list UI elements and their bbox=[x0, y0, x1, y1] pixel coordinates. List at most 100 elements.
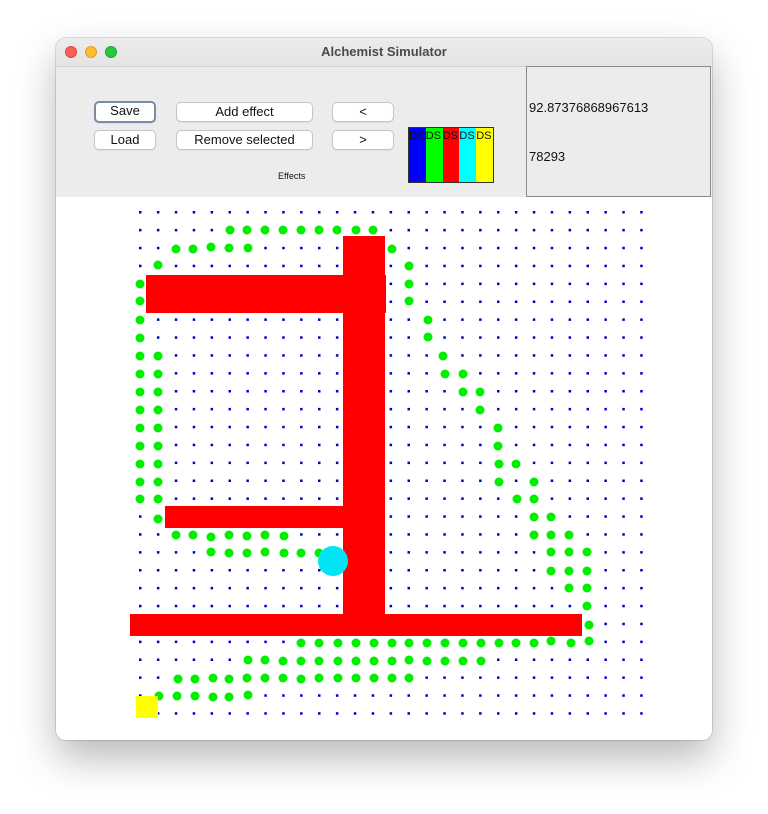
save-button[interactable]: Save bbox=[94, 101, 156, 123]
grid-node bbox=[174, 461, 178, 465]
grid-node bbox=[622, 390, 625, 393]
remove-selected-button[interactable]: Remove selected bbox=[176, 130, 313, 150]
grid-node bbox=[389, 336, 393, 339]
grid-node bbox=[622, 443, 625, 447]
swatch-label: DS bbox=[409, 130, 425, 142]
load-button[interactable]: Load bbox=[94, 130, 156, 150]
grid-node bbox=[353, 694, 357, 697]
grid-node bbox=[318, 712, 321, 715]
grid-node bbox=[568, 318, 572, 321]
grid-node bbox=[335, 497, 339, 500]
grid-node bbox=[228, 569, 231, 572]
molecule bbox=[206, 242, 216, 252]
grid-node bbox=[174, 336, 178, 339]
grid-node bbox=[622, 569, 625, 572]
grid-node bbox=[622, 246, 625, 250]
grid-node bbox=[622, 515, 625, 518]
grid-node bbox=[604, 569, 607, 572]
grid-node bbox=[228, 354, 231, 357]
add-effect-button[interactable]: Add effect bbox=[176, 102, 313, 122]
grid-node bbox=[640, 443, 643, 447]
previous-button[interactable]: < bbox=[332, 102, 394, 122]
grid-node bbox=[586, 443, 589, 447]
grid-node bbox=[514, 712, 518, 715]
grid-node bbox=[640, 407, 643, 411]
grid-node bbox=[264, 318, 267, 321]
molecule bbox=[564, 547, 574, 557]
grid-node bbox=[443, 604, 446, 608]
grid-node bbox=[264, 443, 267, 447]
grid-node bbox=[604, 425, 607, 429]
grid-node bbox=[246, 390, 249, 393]
grid-node bbox=[192, 658, 196, 661]
grid-node bbox=[300, 246, 303, 250]
grid-node bbox=[479, 694, 482, 697]
molecule bbox=[529, 530, 539, 540]
grid-node bbox=[622, 282, 625, 286]
grid-node bbox=[622, 372, 625, 375]
grid-node bbox=[335, 390, 339, 393]
grid-node bbox=[228, 461, 231, 465]
grid-node bbox=[389, 604, 393, 608]
grid-node bbox=[318, 586, 321, 590]
palette-swatch-green[interactable]: DS bbox=[425, 128, 443, 182]
grid-node bbox=[479, 354, 482, 357]
grid-node bbox=[640, 228, 643, 232]
grid-node bbox=[228, 318, 231, 321]
palette-swatch-red[interactable]: DS bbox=[442, 128, 460, 182]
grid-node bbox=[497, 246, 500, 250]
grid-node bbox=[550, 372, 554, 375]
grid-node bbox=[139, 264, 142, 268]
palette-swatch-cyan[interactable]: DS bbox=[459, 128, 477, 182]
grid-node bbox=[568, 282, 572, 286]
palette-swatch-yellow[interactable]: DS bbox=[476, 128, 493, 182]
molecule bbox=[153, 260, 163, 270]
grid-node bbox=[246, 479, 249, 482]
next-button[interactable]: > bbox=[332, 130, 394, 150]
grid-node bbox=[192, 211, 196, 214]
color-palette[interactable]: DS DS DS DS DS bbox=[408, 127, 494, 183]
grid-node bbox=[300, 372, 303, 375]
grid-node bbox=[318, 569, 321, 572]
grid-node bbox=[604, 246, 607, 250]
grid-node bbox=[174, 318, 178, 321]
molecule bbox=[314, 638, 324, 648]
molecule bbox=[475, 405, 485, 415]
grid-node bbox=[497, 228, 500, 232]
grid-node bbox=[210, 443, 214, 447]
grid-node bbox=[156, 533, 160, 536]
grid-node bbox=[335, 318, 339, 321]
grid-node bbox=[568, 246, 572, 250]
grid-node bbox=[264, 712, 267, 715]
grid-node bbox=[282, 354, 285, 357]
grid-node bbox=[300, 443, 303, 447]
grid-node bbox=[335, 712, 339, 715]
molecule bbox=[546, 512, 556, 522]
grid-node bbox=[443, 551, 446, 554]
grid-node bbox=[568, 497, 572, 500]
grid-node bbox=[461, 246, 464, 250]
molecule bbox=[296, 638, 306, 648]
grid-node bbox=[443, 300, 446, 303]
molecule bbox=[387, 673, 397, 683]
grid-node bbox=[371, 712, 375, 715]
grid-node bbox=[300, 461, 303, 465]
grid-node bbox=[461, 515, 464, 518]
grid-node bbox=[425, 604, 428, 608]
simulation-canvas[interactable] bbox=[56, 197, 712, 740]
grid-node bbox=[604, 461, 607, 465]
grid-node bbox=[622, 479, 625, 482]
grid-node bbox=[586, 497, 589, 500]
grid-node bbox=[282, 461, 285, 465]
molecule bbox=[404, 673, 414, 683]
palette-swatch-blue[interactable]: DS bbox=[409, 128, 426, 182]
grid-node bbox=[407, 407, 410, 411]
grid-node bbox=[139, 246, 142, 250]
molecule bbox=[135, 279, 145, 289]
molecule bbox=[529, 512, 539, 522]
grid-node bbox=[640, 515, 643, 518]
simulation-svg[interactable] bbox=[56, 197, 712, 740]
grid-node bbox=[461, 604, 464, 608]
grid-node bbox=[479, 515, 482, 518]
grid-node bbox=[550, 443, 554, 447]
